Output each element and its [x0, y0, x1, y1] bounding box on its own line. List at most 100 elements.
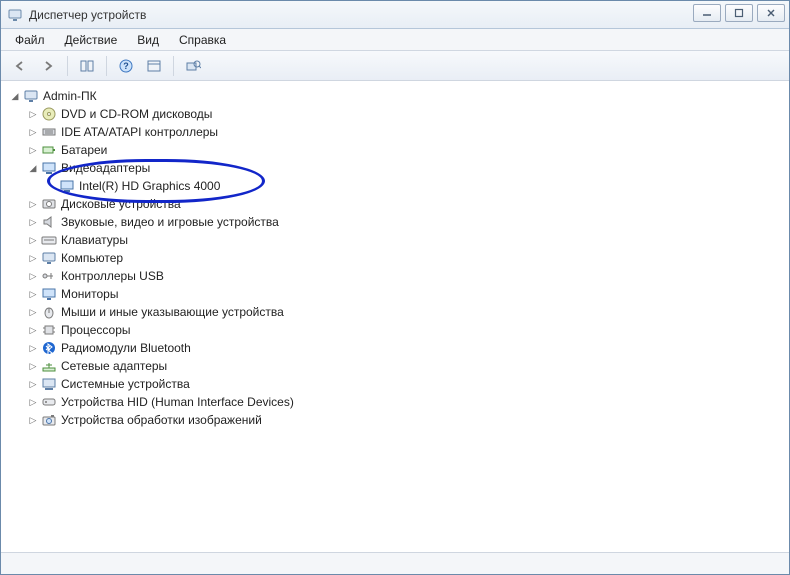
expander-icon[interactable]: ◢: [27, 162, 39, 174]
bluetooth-icon: [41, 340, 57, 356]
category-label: Дисковые устройства: [61, 197, 181, 211]
tree-root-node[interactable]: ◢ Admin-ПК: [9, 87, 785, 105]
expander-icon[interactable]: ▷: [27, 234, 39, 246]
forward-button[interactable]: [35, 55, 61, 77]
battery-icon: [41, 142, 57, 158]
system-icon: [41, 376, 57, 392]
keyboard-icon: [41, 232, 57, 248]
category-label: IDE ATA/ATAPI контроллеры: [61, 125, 218, 139]
expander-icon[interactable]: ◢: [9, 90, 21, 102]
menubar: Файл Действие Вид Справка: [1, 29, 789, 51]
menu-action[interactable]: Действие: [55, 31, 128, 49]
minimize-button[interactable]: [693, 4, 721, 22]
category-label: Видеоадаптеры: [61, 161, 150, 175]
menu-file[interactable]: Файл: [5, 31, 55, 49]
category-label: Мыши и иные указывающие устройства: [61, 305, 284, 319]
help-button[interactable]: ?: [113, 55, 139, 77]
imaging-icon: [41, 412, 57, 428]
tree-category-node[interactable]: ▷ Мыши и иные указывающие устройства: [27, 303, 785, 321]
disc-icon: [41, 106, 57, 122]
close-button[interactable]: [757, 4, 785, 22]
category-label: Звуковые, видео и игровые устройства: [61, 215, 279, 229]
ide-icon: [41, 124, 57, 140]
tree-category-node[interactable]: ▷ IDE ATA/ATAPI контроллеры: [27, 123, 785, 141]
menu-help[interactable]: Справка: [169, 31, 236, 49]
expander-icon[interactable]: ▷: [27, 414, 39, 426]
expander-icon[interactable]: ▷: [27, 216, 39, 228]
audio-icon: [41, 214, 57, 230]
category-label: Мониторы: [61, 287, 118, 301]
category-label: DVD и CD-ROM дисководы: [61, 107, 212, 121]
category-label: Радиомодули Bluetooth: [61, 341, 191, 355]
tree-category-node[interactable]: ▷ Радиомодули Bluetooth: [27, 339, 785, 357]
tree-category-node[interactable]: ▷ Контроллеры USB: [27, 267, 785, 285]
expander-icon[interactable]: ▷: [27, 306, 39, 318]
expander-icon[interactable]: ▷: [27, 396, 39, 408]
expander-icon[interactable]: ▷: [27, 198, 39, 210]
toolbar-separator: [106, 56, 107, 76]
mouse-icon: [41, 304, 57, 320]
expander-icon[interactable]: ▷: [27, 126, 39, 138]
expander-icon[interactable]: ▷: [27, 252, 39, 264]
menu-view[interactable]: Вид: [127, 31, 169, 49]
tree-category-node[interactable]: ▷ Устройства обработки изображений: [27, 411, 785, 429]
back-button[interactable]: [7, 55, 33, 77]
device-manager-window: Диспетчер устройств Файл Действие Вид Сп…: [0, 0, 790, 575]
usb-icon: [41, 268, 57, 284]
tree-category-node[interactable]: ▷ DVD и CD-ROM дисководы: [27, 105, 785, 123]
tree-category-node[interactable]: ▷ Мониторы: [27, 285, 785, 303]
tree-category-node[interactable]: ▷ Батареи: [27, 141, 785, 159]
display-icon: [59, 178, 75, 194]
category-label: Устройства обработки изображений: [61, 413, 262, 427]
computer-icon: [41, 250, 57, 266]
tree-category-node[interactable]: ▷ Дисковые устройства: [27, 195, 785, 213]
network-icon: [41, 358, 57, 374]
tree-device-node[interactable]: Intel(R) HD Graphics 4000: [45, 177, 785, 195]
disk-icon: [41, 196, 57, 212]
category-label: Устройства HID (Human Interface Devices): [61, 395, 294, 409]
toolbar-separator: [67, 56, 68, 76]
category-label: Сетевые адаптеры: [61, 359, 167, 373]
tree-category-node[interactable]: ▷ Процессоры: [27, 321, 785, 339]
category-label: Контроллеры USB: [61, 269, 164, 283]
tree-category-node[interactable]: ▷ Клавиатуры: [27, 231, 785, 249]
category-label: Процессоры: [61, 323, 131, 337]
tree-category-node[interactable]: ▷ Звуковые, видео и игровые устройства: [27, 213, 785, 231]
window-title: Диспетчер устройств: [29, 8, 146, 22]
category-label: Клавиатуры: [61, 233, 128, 247]
tree-category-node[interactable]: ▷ Системные устройства: [27, 375, 785, 393]
svg-text:?: ?: [123, 61, 129, 71]
monitor-icon: [41, 286, 57, 302]
tree-category-node[interactable]: ▷ Компьютер: [27, 249, 785, 267]
scan-hardware-button[interactable]: [180, 55, 206, 77]
tree-category-node[interactable]: ◢ Видеоадаптеры: [27, 159, 785, 177]
expander-icon[interactable]: ▷: [27, 270, 39, 282]
app-icon: [7, 7, 23, 23]
cpu-icon: [41, 322, 57, 338]
statusbar: [1, 552, 789, 574]
properties-button[interactable]: [141, 55, 167, 77]
tree-category-node[interactable]: ▷ Устройства HID (Human Interface Devices…: [27, 393, 785, 411]
category-label: Компьютер: [61, 251, 123, 265]
expander-icon[interactable]: ▷: [27, 360, 39, 372]
expander-icon[interactable]: ▷: [27, 288, 39, 300]
display-icon: [41, 160, 57, 176]
expander-icon[interactable]: ▷: [27, 378, 39, 390]
expander-icon[interactable]: ▷: [27, 144, 39, 156]
maximize-button[interactable]: [725, 4, 753, 22]
category-label: Батареи: [61, 143, 107, 157]
show-hide-tree-button[interactable]: [74, 55, 100, 77]
toolbar-separator: [173, 56, 174, 76]
device-tree-panel[interactable]: ◢ Admin-ПК ▷ DVD и CD-ROM дисководы ▷ IDE ATA…: [1, 81, 789, 552]
expander-spacer: [45, 180, 57, 192]
root-label: Admin-ПК: [43, 89, 97, 103]
expander-icon[interactable]: ▷: [27, 324, 39, 336]
category-label: Системные устройства: [61, 377, 190, 391]
expander-icon[interactable]: ▷: [27, 108, 39, 120]
hid-icon: [41, 394, 57, 410]
computer-icon: [23, 88, 39, 104]
titlebar: Диспетчер устройств: [1, 1, 789, 29]
tree-category-node[interactable]: ▷ Сетевые адаптеры: [27, 357, 785, 375]
expander-icon[interactable]: ▷: [27, 342, 39, 354]
toolbar: ?: [1, 51, 789, 81]
